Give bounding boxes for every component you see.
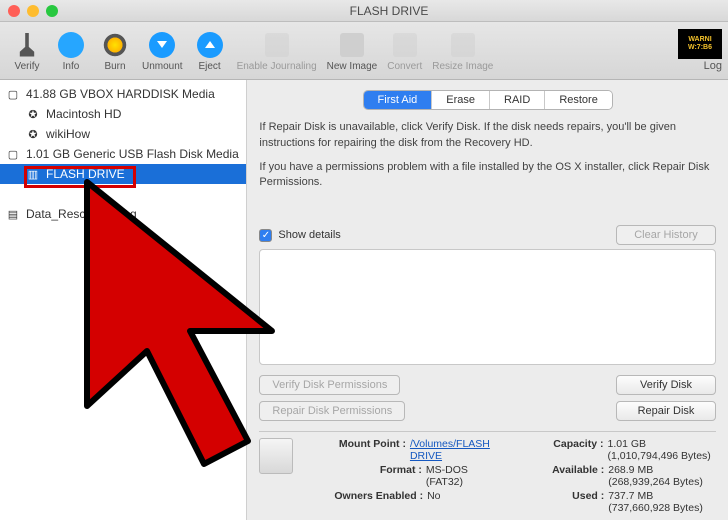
disk-sidebar: ▢41.88 GB VBOX HARDDISK Media ✪Macintosh…	[0, 80, 247, 520]
resize-image-button: Resize Image	[428, 25, 497, 77]
verify-permissions-button: Verify Disk Permissions	[259, 375, 400, 395]
info-button[interactable]: Info	[50, 25, 92, 77]
volume-icon: ✪	[26, 127, 40, 141]
repair-permissions-button: Repair Disk Permissions	[259, 401, 405, 421]
available-value: 268.9 MB (268,939,264 Bytes)	[608, 464, 716, 488]
tab-raid[interactable]: RAID	[490, 91, 545, 109]
dmg-icon: ▤	[6, 207, 20, 221]
microscope-icon	[18, 33, 36, 57]
list-item[interactable]: ✪Macintosh HD	[0, 104, 246, 124]
enable-journaling-button: Enable Journaling	[233, 25, 321, 77]
hdd-icon: ▢	[6, 87, 20, 101]
tab-erase[interactable]: Erase	[432, 91, 490, 109]
log-button[interactable]: Log	[704, 60, 722, 72]
maximize-icon[interactable]	[46, 5, 58, 17]
disk-thumbnail-icon	[259, 438, 293, 474]
clear-history-button: Clear History	[616, 225, 716, 245]
tab-restore[interactable]: Restore	[545, 91, 612, 109]
info-icon	[58, 32, 84, 58]
tab-bar: First Aid Erase RAID Restore	[363, 90, 613, 110]
window-title: FLASH DRIVE	[58, 4, 720, 18]
info-text: If Repair Disk is unavailable, click Ver…	[259, 120, 716, 200]
toolbar: Verify Info Burn Unmount Eject Enable Jo…	[0, 22, 728, 80]
new-image-icon	[340, 33, 364, 57]
list-item[interactable]: ▢1.01 GB Generic USB Flash Disk Media	[0, 144, 246, 164]
show-details-checkbox[interactable]: ✓	[259, 229, 272, 242]
list-spacer	[0, 184, 246, 204]
convert-icon	[393, 33, 417, 57]
burn-button[interactable]: Burn	[94, 25, 136, 77]
capacity-value: 1.01 GB (1,010,794,496 Bytes)	[607, 438, 716, 462]
verify-disk-button[interactable]: Verify Disk	[616, 375, 716, 395]
verify-button[interactable]: Verify	[6, 25, 48, 77]
repair-disk-button[interactable]: Repair Disk	[616, 401, 716, 421]
new-image-button[interactable]: New Image	[323, 25, 382, 77]
volume-icon: ✪	[26, 107, 40, 121]
disk-info-footer: Mount Point :/Volumes/FLASH DRIVE Format…	[259, 431, 716, 514]
convert-button: Convert	[383, 25, 426, 77]
main-panel: First Aid Erase RAID Restore If Repair D…	[247, 80, 728, 520]
close-icon[interactable]	[8, 5, 20, 17]
warning-badge: WARNIW:7:B6	[678, 29, 722, 59]
arrow-down-icon	[149, 32, 175, 58]
used-value: 737.7 MB (737,660,928 Bytes)	[608, 490, 716, 514]
unmount-button[interactable]: Unmount	[138, 25, 187, 77]
tab-first-aid[interactable]: First Aid	[364, 91, 433, 109]
window-controls	[8, 5, 58, 17]
hdd-icon: ▢	[6, 147, 20, 161]
eject-button[interactable]: Eject	[189, 25, 231, 77]
arrow-up-icon	[197, 32, 223, 58]
minimize-icon[interactable]	[27, 5, 39, 17]
usb-icon: ▥	[26, 167, 40, 181]
resize-icon	[451, 33, 475, 57]
list-item-selected[interactable]: ▥FLASH DRIVE	[0, 164, 246, 184]
titlebar: FLASH DRIVE	[0, 0, 728, 22]
mount-point-value: /Volumes/FLASH DRIVE	[410, 438, 507, 462]
show-details-label: Show details	[278, 229, 340, 241]
list-item[interactable]: ✪wikiHow	[0, 124, 246, 144]
list-item[interactable]: ▤Data_Rescue S.dmg	[0, 204, 246, 224]
list-item[interactable]: ▢41.88 GB VBOX HARDDISK Media	[0, 84, 246, 104]
journaling-icon	[265, 33, 289, 57]
format-value: MS-DOS (FAT32)	[426, 464, 507, 488]
log-area[interactable]	[259, 249, 716, 365]
burn-icon	[102, 32, 128, 58]
owners-value: No	[427, 490, 440, 502]
